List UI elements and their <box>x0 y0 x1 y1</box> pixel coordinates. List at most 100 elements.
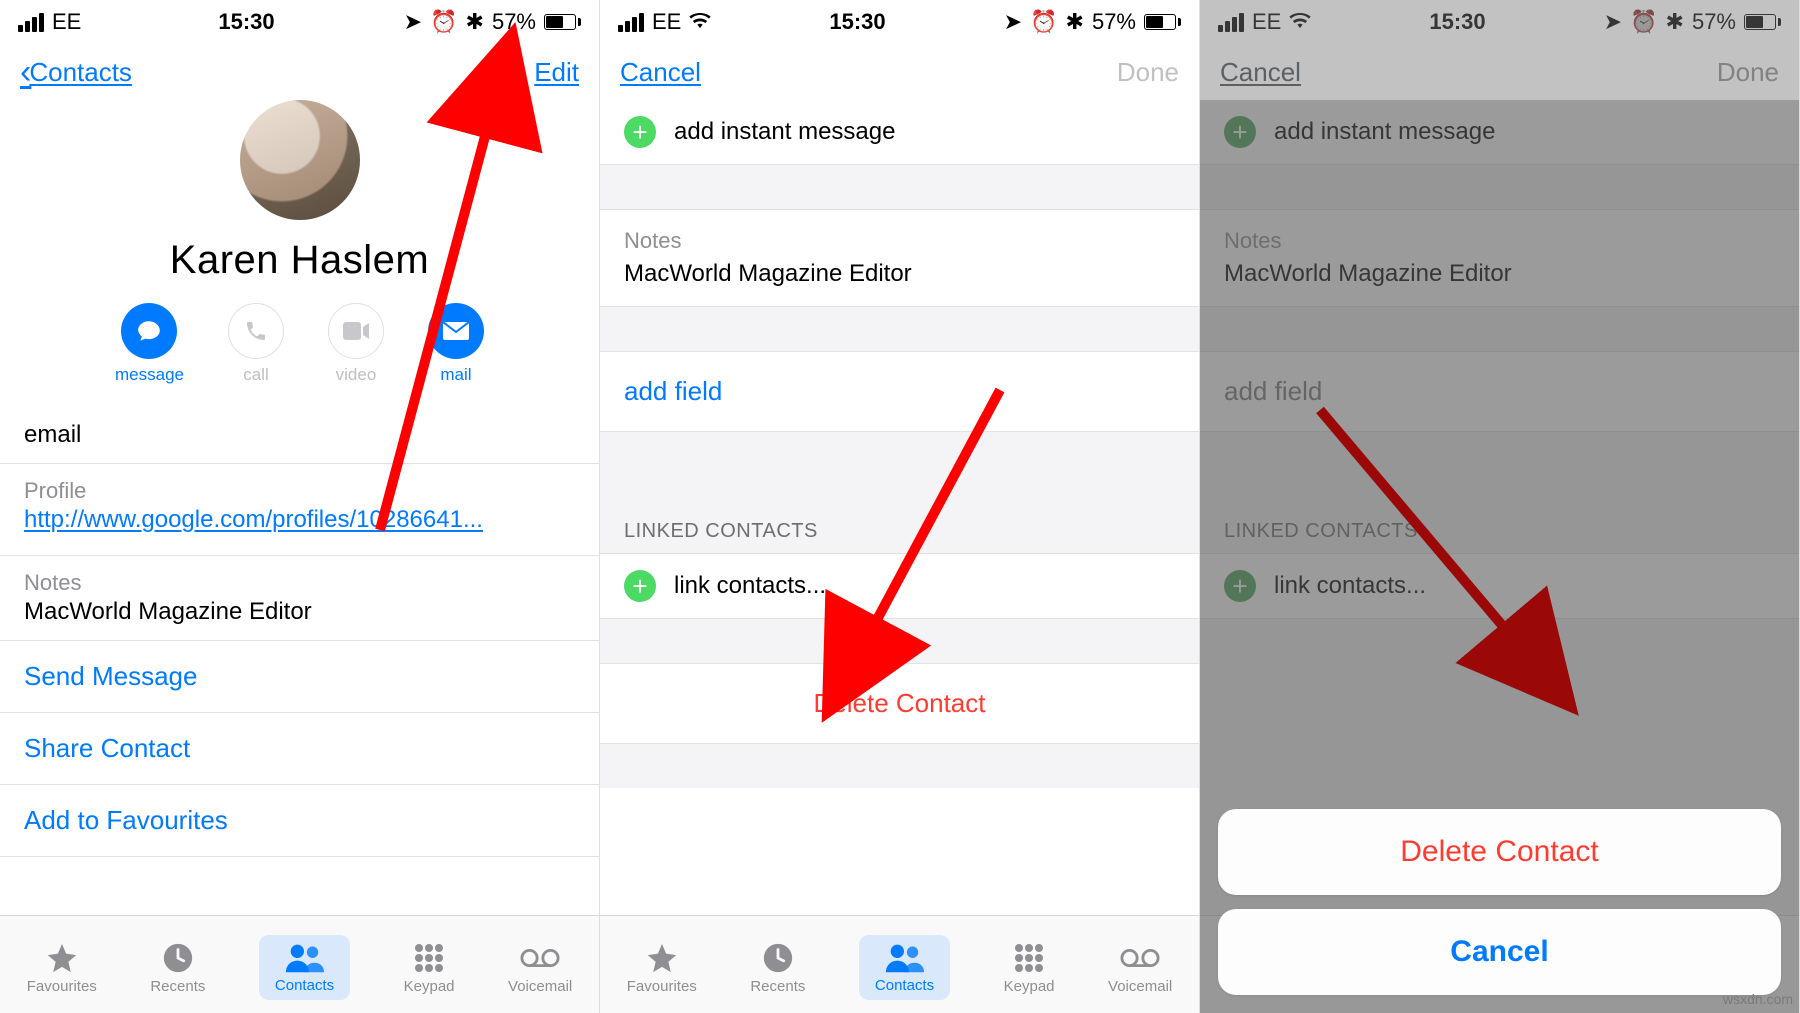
status-bar: EE 15:30 ➤ ⏰ ✱ 57% <box>600 0 1199 44</box>
keypad-icon <box>1009 940 1049 976</box>
tab-voicemail[interactable]: Voicemail <box>508 940 572 995</box>
screen-contact-view: EE 15:30 ➤ ⏰ ✱ 57% ‹Contacts Edit Karen … <box>0 0 600 1013</box>
tab-bar: Favourites Recents Contacts Keypad Voice… <box>600 915 1199 1013</box>
tab-recents[interactable]: Recents <box>750 940 805 995</box>
bluetooth-icon: ✱ <box>466 9 484 35</box>
sheet-cancel-button[interactable]: Cancel <box>1218 909 1781 995</box>
tab-label: Favourites <box>627 978 697 995</box>
plus-icon: + <box>624 116 656 148</box>
send-message-row[interactable]: Send Message <box>0 641 599 713</box>
screen-delete-confirm: EE 15:30 ➤ ⏰ ✱ 57% Cancel Done + add ins… <box>1200 0 1800 1013</box>
sheet-delete-button[interactable]: Delete Contact <box>1218 809 1781 895</box>
location-icon: ➤ <box>1004 9 1022 35</box>
signal-icon <box>618 13 644 32</box>
notes-label: Notes <box>24 570 575 596</box>
email-row[interactable]: email <box>0 407 599 464</box>
profile-label: Profile <box>24 478 575 504</box>
tab-bar: Favourites Recents Contacts Keypad Voice… <box>0 915 599 1013</box>
clock-icon <box>158 940 198 976</box>
battery-percent: 57% <box>492 9 536 35</box>
share-contact-row[interactable]: Share Contact <box>0 713 599 785</box>
watermark: wsxdn.com <box>1723 991 1793 1007</box>
back-label: Contacts <box>29 57 132 88</box>
star-icon <box>42 940 82 976</box>
carrier-label: EE <box>652 9 681 35</box>
voicemail-icon <box>520 940 560 976</box>
tab-label: Voicemail <box>508 978 572 995</box>
tab-recents[interactable]: Recents <box>150 940 205 995</box>
status-time: 15:30 <box>218 9 274 35</box>
message-label: message <box>115 365 184 385</box>
star-icon <box>642 940 682 976</box>
delete-contact-row[interactable]: Delete Contact <box>600 663 1199 744</box>
linked-contacts-header: LINKED CONTACTS <box>600 490 1199 553</box>
tab-label: Keypad <box>1004 978 1055 995</box>
voicemail-icon <box>1120 940 1160 976</box>
battery-icon <box>544 14 581 30</box>
plus-icon: + <box>624 570 656 602</box>
alarm-icon: ⏰ <box>430 9 457 35</box>
email-label: email <box>24 421 81 448</box>
tab-contacts[interactable]: Contacts <box>259 935 350 1000</box>
screen-contact-edit: EE 15:30 ➤ ⏰ ✱ 57% Cancel Done + add ins… <box>600 0 1200 1013</box>
contacts-icon <box>884 939 924 975</box>
profile-url[interactable]: http://www.google.com/profiles/10286641.… <box>24 506 483 534</box>
notes-label: Notes <box>624 228 1175 254</box>
notes-row[interactable]: Notes MacWorld Magazine Editor <box>0 556 599 641</box>
location-icon: ➤ <box>404 9 422 35</box>
tab-keypad[interactable]: Keypad <box>1004 940 1055 995</box>
avatar[interactable] <box>240 100 360 220</box>
clock-icon <box>758 940 798 976</box>
call-label: call <box>243 365 269 385</box>
tab-label: Keypad <box>404 978 455 995</box>
wifi-icon <box>689 9 711 35</box>
tab-favourites[interactable]: Favourites <box>27 940 97 995</box>
keypad-icon <box>409 940 449 976</box>
notes-row[interactable]: Notes MacWorld Magazine Editor <box>600 209 1199 307</box>
edit-list: + add instant message Notes MacWorld Mag… <box>600 100 1199 915</box>
tab-label: Contacts <box>275 977 334 994</box>
video-icon <box>343 322 369 340</box>
tab-voicemail[interactable]: Voicemail <box>1108 940 1172 995</box>
video-button[interactable]: video <box>328 303 384 385</box>
tab-label: Recents <box>150 978 205 995</box>
message-icon <box>136 318 162 344</box>
nav-bar: ‹Contacts Edit <box>0 44 599 100</box>
link-contacts-label: link contacts... <box>674 572 826 600</box>
nav-bar: Cancel Done <box>600 44 1199 100</box>
video-label: video <box>336 365 377 385</box>
battery-percent: 57% <box>1092 9 1136 35</box>
signal-icon <box>18 13 44 32</box>
add-im-label: add instant message <box>674 118 895 146</box>
add-favourites-row[interactable]: Add to Favourites <box>0 785 599 857</box>
status-time: 15:30 <box>829 9 885 35</box>
notes-text: MacWorld Magazine Editor <box>24 598 312 625</box>
tab-favourites[interactable]: Favourites <box>627 940 697 995</box>
edit-button[interactable]: Edit <box>534 57 579 88</box>
notes-text: MacWorld Magazine Editor <box>624 260 912 287</box>
contacts-icon <box>284 939 324 975</box>
carrier-label: EE <box>52 9 81 35</box>
message-button[interactable]: message <box>115 303 184 385</box>
profile-row[interactable]: Profile http://www.google.com/profiles/1… <box>0 464 599 556</box>
add-instant-message-row[interactable]: + add instant message <box>600 100 1199 165</box>
alarm-icon: ⏰ <box>1030 9 1057 35</box>
link-contacts-row[interactable]: + link contacts... <box>600 553 1199 619</box>
done-button[interactable]: Done <box>1117 57 1179 88</box>
status-bar: EE 15:30 ➤ ⏰ ✱ 57% <box>0 0 599 44</box>
tab-label: Voicemail <box>1108 978 1172 995</box>
mail-button[interactable]: mail <box>428 303 484 385</box>
action-sheet: Delete Contact Cancel <box>1218 795 1781 995</box>
call-button[interactable]: call <box>228 303 284 385</box>
back-button[interactable]: ‹Contacts <box>20 53 132 92</box>
contact-header: Karen Haslem message call video mail <box>0 100 599 407</box>
tab-label: Contacts <box>875 977 934 994</box>
contact-name: Karen Haslem <box>0 238 599 283</box>
tab-keypad[interactable]: Keypad <box>404 940 455 995</box>
tab-contacts[interactable]: Contacts <box>859 935 950 1000</box>
cancel-button[interactable]: Cancel <box>620 57 701 88</box>
tab-label: Favourites <box>27 978 97 995</box>
detail-list: email Profile http://www.google.com/prof… <box>0 407 599 915</box>
battery-icon <box>1144 14 1181 30</box>
add-field-row[interactable]: add field <box>600 351 1199 432</box>
